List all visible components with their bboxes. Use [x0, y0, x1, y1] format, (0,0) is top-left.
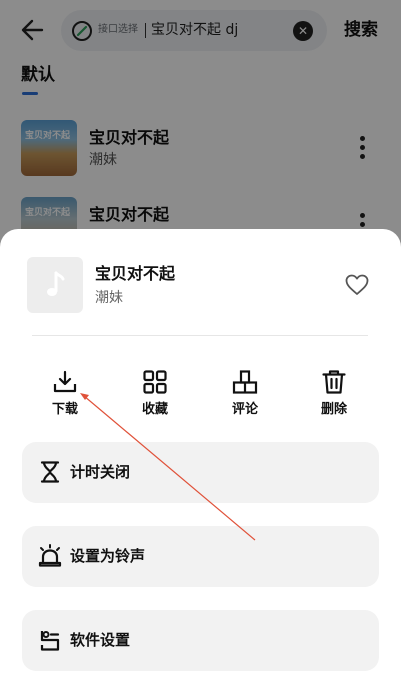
settings-icon — [40, 631, 60, 651]
set-ringtone-option[interactable]: 设置为铃声 — [22, 526, 379, 587]
music-note-icon — [47, 271, 65, 296]
set-ringtone-label: 设置为铃声 — [70, 547, 146, 565]
sleep-timer-option[interactable]: 计时关闭 — [22, 442, 379, 503]
comment-button[interactable]: 评论 — [215, 369, 275, 421]
heart-icon — [345, 274, 369, 295]
collect-label: 收藏 — [141, 402, 168, 417]
song-options-sheet: 宝贝对不起 潮妹 下载 收藏 评论 删除 计时关闭 设置为铃声 软件设置 — [0, 229, 401, 678]
comment-icon — [232, 370, 258, 394]
comment-label: 评论 — [231, 402, 258, 417]
app-settings-option[interactable]: 软件设置 — [22, 610, 379, 671]
collect-grid-icon — [143, 370, 167, 394]
alarm-bell-icon — [38, 544, 62, 567]
app-settings-label: 软件设置 — [70, 631, 131, 649]
favorite-button[interactable] — [345, 274, 369, 296]
download-icon — [53, 370, 77, 393]
download-label: 下载 — [51, 402, 78, 417]
collect-button[interactable]: 收藏 — [125, 369, 185, 421]
sheet-song-title: 宝贝对不起 — [95, 264, 176, 283]
trash-icon — [322, 370, 346, 394]
song-cover — [27, 257, 83, 313]
sleep-timer-label: 计时关闭 — [70, 463, 131, 481]
sheet-divider — [32, 335, 368, 336]
delete-label: 删除 — [320, 402, 347, 417]
download-button[interactable]: 下载 — [35, 369, 95, 421]
delete-button[interactable]: 删除 — [304, 369, 364, 421]
hourglass-icon — [40, 461, 60, 483]
sheet-song-artist: 潮妹 — [95, 290, 123, 306]
